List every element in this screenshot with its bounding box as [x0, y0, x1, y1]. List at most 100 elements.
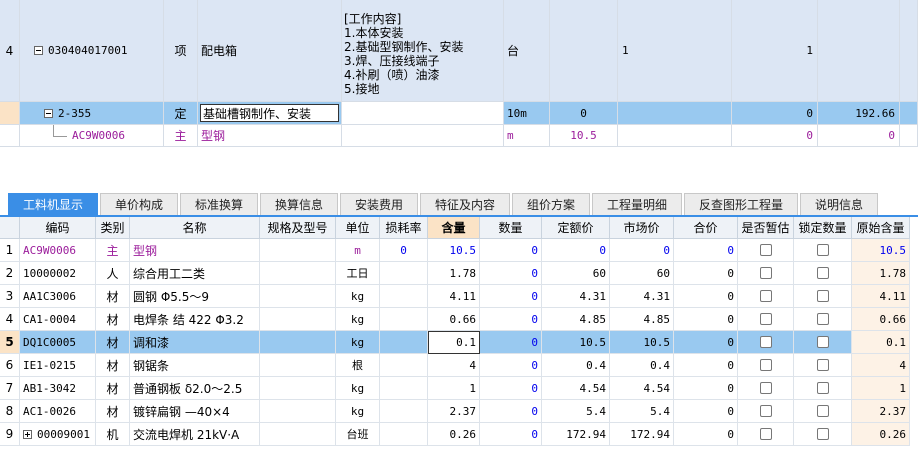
resource-unit[interactable]: kg: [336, 400, 380, 423]
lock-quantity-checkbox[interactable]: [816, 382, 829, 394]
provisional-checkbox-cell[interactable]: [738, 331, 794, 354]
resource-code[interactable]: AC9W0006: [20, 239, 96, 262]
resource-loss-rate[interactable]: [380, 262, 428, 285]
lock-quantity-checkbox[interactable]: [816, 267, 829, 279]
quota-content[interactable]: [342, 102, 504, 125]
resource-total[interactable]: 0: [674, 423, 738, 446]
resource-content[interactable]: 1.78: [428, 262, 480, 285]
resource-category[interactable]: 材: [96, 285, 130, 308]
resource-quantity[interactable]: 0: [480, 262, 542, 285]
resource-spec[interactable]: [260, 285, 336, 308]
col-header-total[interactable]: 合价: [674, 217, 738, 239]
work-content-cell[interactable]: [工作内容] 1.本体安装 2.基础型钢制作、安装 3.焊、压接线端子 4.补刷…: [342, 0, 504, 102]
resource-spec[interactable]: [260, 331, 336, 354]
resource-category[interactable]: 人: [96, 262, 130, 285]
quota-code-cell[interactable]: 2-355: [20, 102, 164, 125]
provisional-checkbox-cell[interactable]: [738, 377, 794, 400]
resource-market-price[interactable]: 4.54: [610, 377, 674, 400]
resource-loss-rate[interactable]: [380, 377, 428, 400]
resource-original-content[interactable]: 4.11: [852, 285, 910, 308]
lock-qty-checkbox-cell[interactable]: [794, 308, 852, 331]
col-header-loss-rate[interactable]: 损耗率: [380, 217, 428, 239]
provisional-checkbox[interactable]: [759, 336, 772, 348]
resource-original-content[interactable]: 1.78: [852, 262, 910, 285]
resource-quantity[interactable]: 0: [480, 400, 542, 423]
provisional-checkbox[interactable]: [759, 405, 772, 417]
col-header-name[interactable]: 名称: [130, 217, 260, 239]
expand-icon[interactable]: [23, 429, 32, 439]
resource-code[interactable]: AA1C3006: [20, 285, 96, 308]
collapse-icon[interactable]: [34, 46, 43, 55]
provisional-checkbox-cell[interactable]: [738, 285, 794, 308]
resource-quota-price[interactable]: 0: [542, 239, 610, 262]
provisional-checkbox[interactable]: [759, 428, 772, 440]
resource-content[interactable]: 1: [428, 377, 480, 400]
col-header-code[interactable]: 编码: [20, 217, 96, 239]
material-code-cell[interactable]: AC9W0006: [20, 125, 164, 147]
resource-total[interactable]: 0: [674, 262, 738, 285]
provisional-checkbox-cell[interactable]: [738, 400, 794, 423]
resource-original-content[interactable]: 0.1: [852, 331, 910, 354]
resource-name[interactable]: 钢锯条: [130, 354, 260, 377]
provisional-checkbox[interactable]: [759, 313, 772, 325]
resource-unit[interactable]: m: [336, 239, 380, 262]
resource-quota-price[interactable]: 0.4: [542, 354, 610, 377]
item-name[interactable]: 配电箱: [198, 0, 342, 102]
material-name[interactable]: 型钢: [198, 125, 342, 147]
resource-total[interactable]: 0: [674, 400, 738, 423]
resource-name[interactable]: 圆钢 Φ5.5～9: [130, 285, 260, 308]
resource-name[interactable]: 镀锌扁钢 —40×4: [130, 400, 260, 423]
lock-quantity-checkbox[interactable]: [816, 313, 829, 325]
provisional-checkbox[interactable]: [759, 359, 772, 371]
resource-quota-price[interactable]: 172.94: [542, 423, 610, 446]
resource-content[interactable]: 0.66: [428, 308, 480, 331]
col-header-provisional[interactable]: 是否暂估: [738, 217, 794, 239]
resource-spec[interactable]: [260, 423, 336, 446]
lock-qty-checkbox-cell[interactable]: [794, 331, 852, 354]
resource-category[interactable]: 机: [96, 423, 130, 446]
resource-loss-rate[interactable]: [380, 331, 428, 354]
resource-quantity[interactable]: 0: [480, 331, 542, 354]
resource-spec[interactable]: [260, 377, 336, 400]
lock-qty-checkbox-cell[interactable]: [794, 354, 852, 377]
resource-market-price[interactable]: 4.85: [610, 308, 674, 331]
resource-code[interactable]: CA1-0004: [20, 308, 96, 331]
item-code-cell[interactable]: 030404017001: [20, 0, 164, 102]
resource-loss-rate[interactable]: 0: [380, 239, 428, 262]
resource-content[interactable]: 10.5: [428, 239, 480, 262]
tab-reverse-lookup[interactable]: 反查图形工程量: [684, 193, 798, 215]
tab-standard-conversion[interactable]: 标准换算: [180, 193, 258, 215]
resource-unit[interactable]: 工日: [336, 262, 380, 285]
resource-market-price[interactable]: 10.5: [610, 331, 674, 354]
resource-market-price[interactable]: 4.31: [610, 285, 674, 308]
resource-content[interactable]: 4: [428, 354, 480, 377]
resource-unit[interactable]: kg: [336, 377, 380, 400]
resource-name[interactable]: 电焊条 结 422 Φ3.2: [130, 308, 260, 331]
col-header-spec[interactable]: 规格及型号: [260, 217, 336, 239]
col-header-original-content[interactable]: 原始含量: [852, 217, 910, 239]
resource-quota-price[interactable]: 4.31: [542, 285, 610, 308]
resource-quantity[interactable]: 0: [480, 308, 542, 331]
quota-qty[interactable]: 0: [550, 102, 618, 125]
tab-unit-price[interactable]: 单价构成: [100, 193, 178, 215]
resource-quota-price[interactable]: 10.5: [542, 331, 610, 354]
quota-name-input[interactable]: 基础槽钢制作、安装: [200, 104, 339, 122]
provisional-checkbox-cell[interactable]: [738, 262, 794, 285]
resource-content[interactable]: 2.37: [428, 400, 480, 423]
resource-quantity[interactable]: 0: [480, 423, 542, 446]
resource-unit[interactable]: 台班: [336, 423, 380, 446]
resource-quantity[interactable]: 0: [480, 285, 542, 308]
resource-quota-price[interactable]: 4.85: [542, 308, 610, 331]
resource-unit[interactable]: kg: [336, 285, 380, 308]
resource-code[interactable]: AC1-0026: [20, 400, 96, 423]
provisional-checkbox-cell[interactable]: [738, 423, 794, 446]
col-header-lock-qty[interactable]: 锁定数量: [794, 217, 852, 239]
resource-original-content[interactable]: 2.37: [852, 400, 910, 423]
quota-val1[interactable]: 0: [732, 102, 818, 125]
resource-quantity[interactable]: 0: [480, 239, 542, 262]
lock-qty-checkbox-cell[interactable]: [794, 423, 852, 446]
resource-code[interactable]: DQ1C0005: [20, 331, 96, 354]
item-val2[interactable]: [818, 0, 900, 102]
provisional-checkbox-cell[interactable]: [738, 354, 794, 377]
material-qty[interactable]: 10.5: [550, 125, 618, 147]
